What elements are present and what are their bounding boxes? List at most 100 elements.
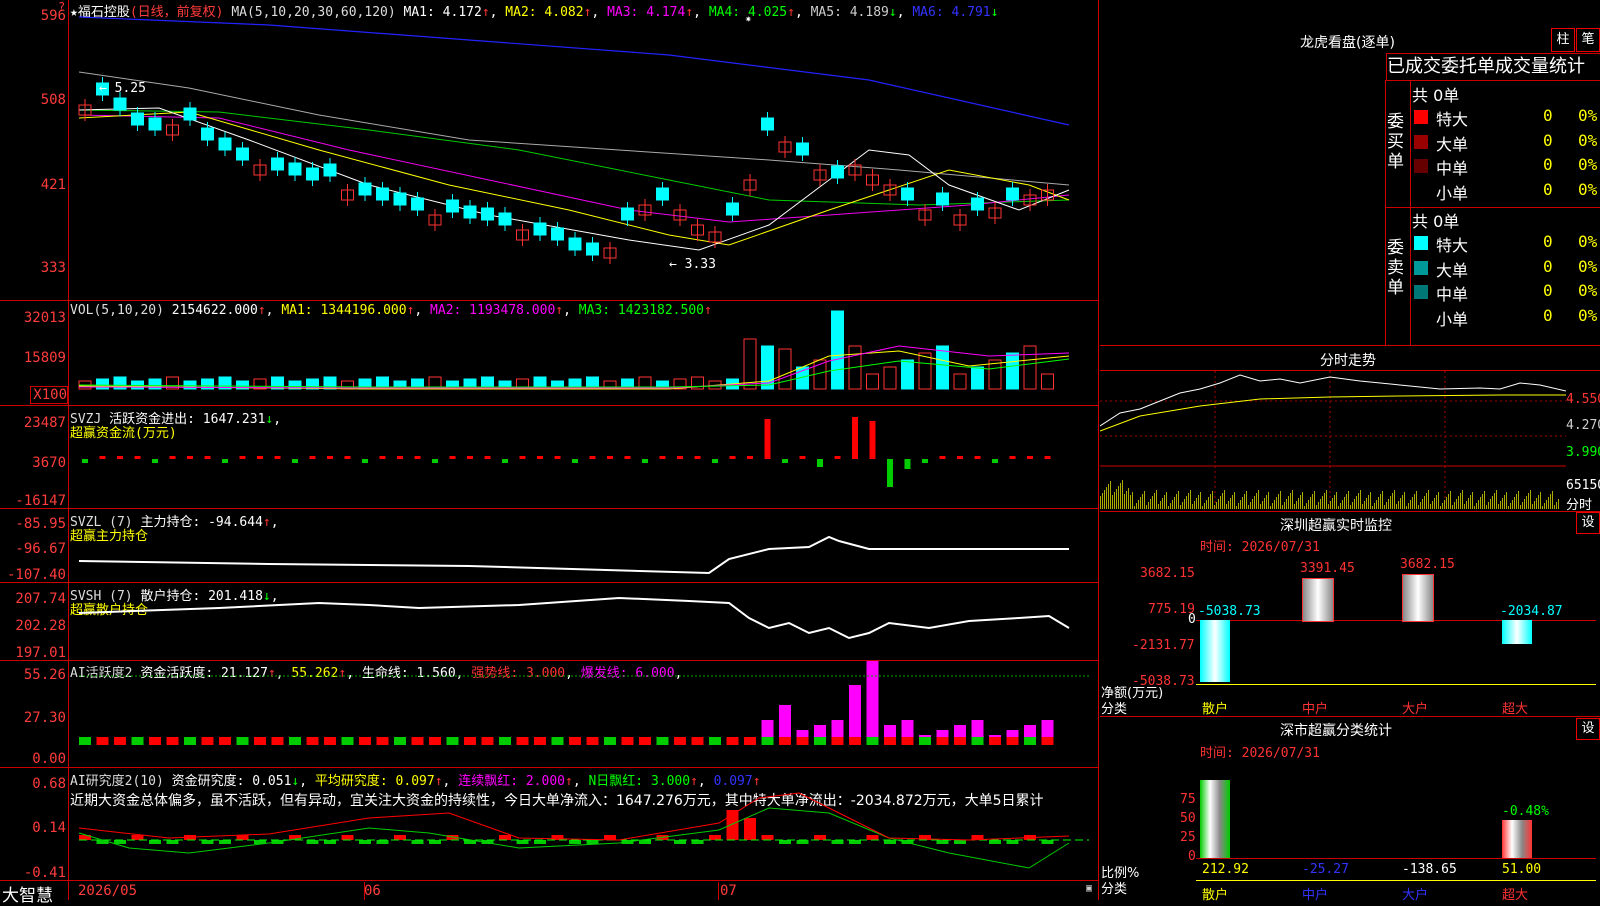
lock-icon[interactable]: ▣: [1086, 883, 1092, 894]
tick-mode-button[interactable]: 笔: [1576, 28, 1600, 52]
intraday-volume-bar: [1118, 486, 1119, 509]
class-bar-xl: [1502, 820, 1532, 858]
activity-base-bar: [586, 737, 599, 745]
intraday-volume-bar: [1192, 504, 1193, 509]
intraday-volume-bar: [1106, 487, 1107, 509]
flow-bar: [257, 456, 263, 459]
brand-logo[interactable]: 大智慧: [2, 881, 53, 906]
intraday-volume-bar: [1482, 494, 1483, 509]
intraday-volume-bar: [1208, 497, 1209, 509]
intraday-volume-bar: [1298, 498, 1299, 509]
sz-class-settings-button[interactable]: 设: [1576, 718, 1600, 740]
sz-bar-large: [1402, 574, 1434, 622]
activity-base-bar: [306, 737, 319, 745]
intraday-volume-bar: [1428, 490, 1429, 509]
research-bar: [96, 840, 109, 844]
intraday-volume-bar: [1502, 498, 1503, 509]
volume-bar: [761, 345, 774, 390]
svzl-chart[interactable]: [69, 509, 1098, 582]
intraday-volume-bar: [1366, 498, 1367, 509]
buy-label: 特大: [1436, 110, 1469, 129]
intraday-volume-bar: [1486, 505, 1487, 509]
bar-mode-button[interactable]: 柱: [1551, 28, 1575, 52]
intraday-volume-bar: [1412, 497, 1413, 509]
intraday-volume-bar: [1234, 492, 1235, 509]
intraday-volume-bar: [1174, 497, 1175, 509]
intraday-volume-bar: [1246, 491, 1247, 509]
flow-bar: [904, 459, 911, 469]
intraday-volume-bar: [1416, 491, 1417, 509]
intraday-volume-bar: [1164, 495, 1165, 509]
activity-base-bar: [989, 737, 1001, 745]
activity-base-bar: [1024, 737, 1036, 745]
flow-bar: [1044, 456, 1051, 459]
intraday-volume-bar: [1422, 499, 1423, 509]
sell-swatch: [1414, 236, 1428, 250]
research-bar: [814, 835, 826, 840]
intraday-volume-bar: [1344, 497, 1345, 509]
svsh-chart[interactable]: [69, 583, 1098, 660]
buy-pct: 0%: [1578, 179, 1598, 199]
svzj-chart[interactable]: [69, 406, 1098, 508]
intraday-volume-bar: [1218, 499, 1219, 509]
intraday-volume-bar: [1484, 491, 1485, 509]
intraday-volume-bar: [1200, 492, 1201, 509]
intraday-volume-bar: [1480, 497, 1481, 509]
intraday-volume-bar: [1432, 501, 1433, 509]
buy-count: 0: [1543, 179, 1553, 199]
intraday-volume-bar: [1356, 496, 1357, 509]
intraday-volume-bar: [1134, 506, 1135, 509]
intraday-volume-bar: [1130, 495, 1131, 509]
intraday-volume-bar: [1360, 490, 1361, 509]
activity-base-bar: [814, 737, 826, 745]
buy-swatch: [1414, 159, 1428, 173]
sz-bar-xl: [1502, 620, 1532, 644]
flow-bar: [922, 459, 928, 463]
sz-monitor-title: 深圳超赢实时监控: [1280, 518, 1392, 534]
dragon-tabs[interactable]: 已成交委托单成交量统计: [1386, 53, 1600, 81]
intraday-volume-bar: [1346, 494, 1347, 509]
candlestick-chart[interactable]: ← 5.25 ← 3.33: [69, 0, 1098, 300]
intraday-volume-bar: [1456, 499, 1457, 509]
intraday-volume-bar: [1382, 491, 1383, 509]
sz-class-title: 深市超赢分类统计: [1280, 723, 1392, 739]
intraday-volume-bar: [1176, 494, 1177, 509]
candle: [411, 197, 424, 211]
intraday-volume-bar: [1514, 497, 1515, 509]
flow-bar: [449, 456, 456, 459]
sell-count: 0: [1543, 256, 1553, 276]
candle: [533, 222, 547, 236]
intraday-volume-bar: [1352, 502, 1353, 509]
intraday-volume-bar: [1330, 501, 1331, 509]
research-bar: [411, 840, 424, 844]
flow-bar: [677, 456, 683, 459]
intraday-volume-bar: [1212, 491, 1213, 509]
intraday-volume-bar: [1150, 499, 1151, 509]
intraday-volume-bar: [1142, 494, 1143, 509]
activity-base-bar: [114, 737, 126, 745]
research-bar: [394, 835, 406, 840]
intraday-chart[interactable]: [1100, 371, 1566, 509]
intraday-volume-bar: [1478, 500, 1479, 509]
intraday-volume-bar: [1414, 494, 1415, 509]
intraday-volume-bar: [1538, 495, 1539, 509]
activity-base-bar: [446, 737, 459, 745]
intraday-volume-bar: [1540, 492, 1541, 509]
sz-monitor-settings-button[interactable]: 设: [1576, 512, 1600, 534]
intraday-volume-bar: [1304, 506, 1305, 509]
intraday-volume-bar: [1306, 503, 1307, 509]
intraday-volume-bar: [1434, 498, 1435, 509]
flow-bar: [467, 456, 473, 459]
buy-swatch: [1414, 110, 1428, 124]
buy-swatch: [1414, 134, 1428, 149]
intraday-volume-bar: [1328, 504, 1329, 509]
volume-chart[interactable]: [69, 301, 1098, 405]
flow-bar: [117, 456, 123, 459]
intraday-volume-bar: [1210, 494, 1211, 509]
volume-bar: [778, 348, 792, 390]
activity-base-bar: [796, 737, 809, 745]
ai-active-chart[interactable]: [69, 661, 1098, 767]
ai-research-chart[interactable]: [69, 768, 1098, 880]
intraday-volume-bar: [1258, 490, 1259, 509]
candle: [586, 242, 599, 256]
